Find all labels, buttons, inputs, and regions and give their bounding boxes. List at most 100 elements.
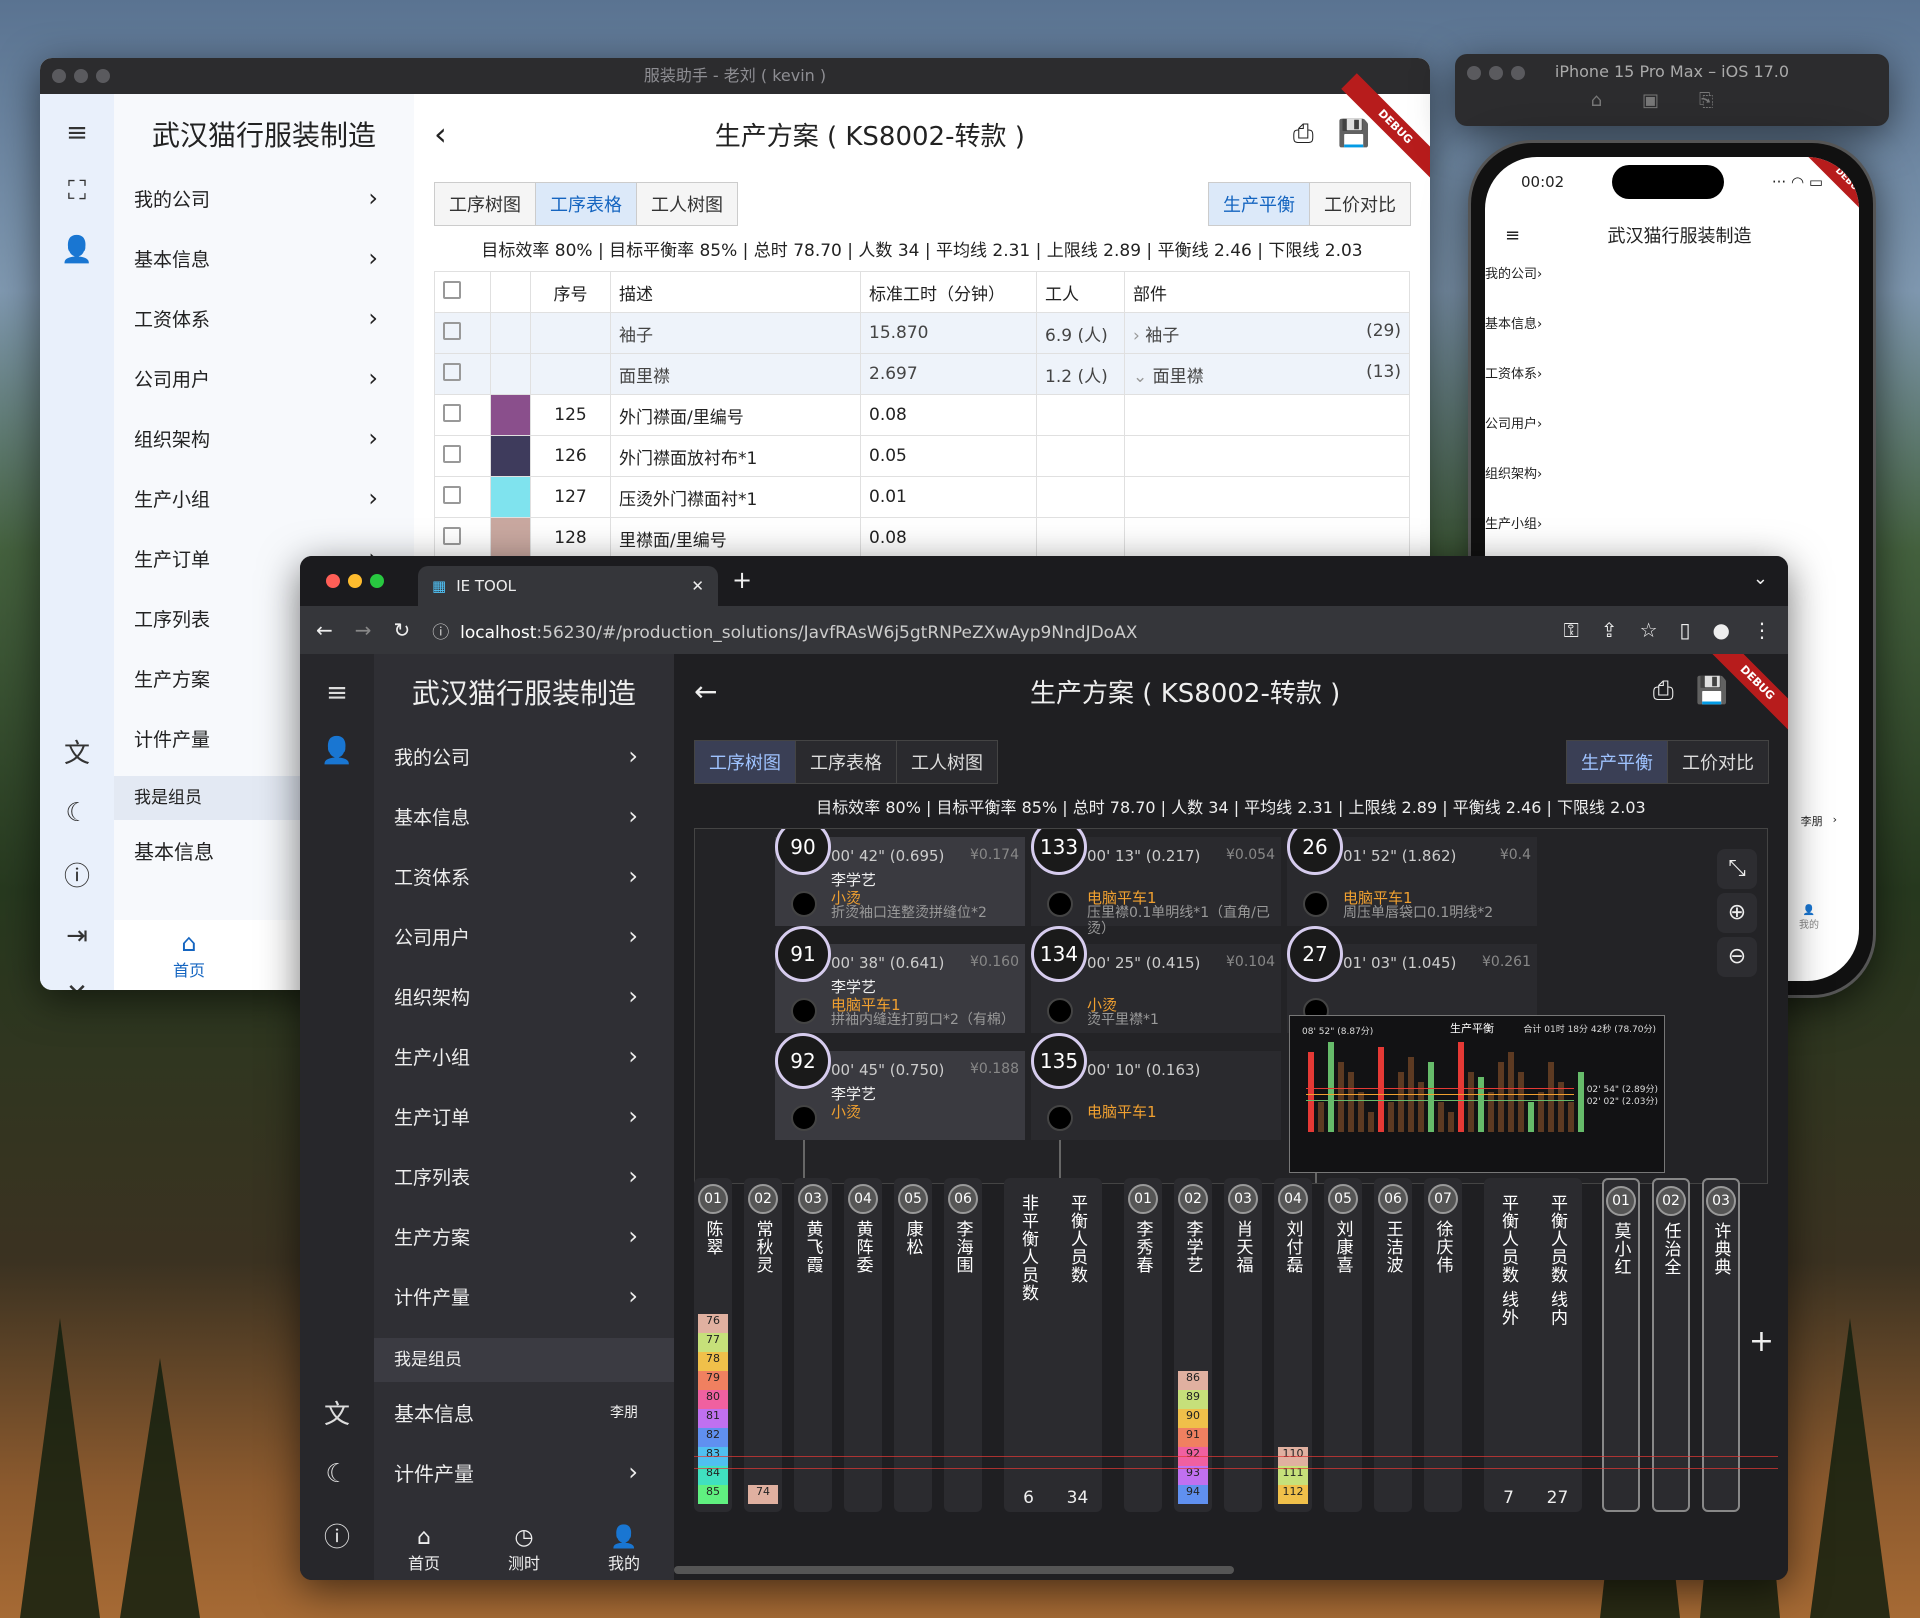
sidebar-item-4[interactable]: 组织架构› xyxy=(1485,463,1859,513)
sidebar-item-7[interactable]: 工序列表 › xyxy=(374,1146,674,1206)
col-header-part[interactable]: 部件 xyxy=(1124,271,1410,313)
balance-mini-chart[interactable]: 生产平衡 合计 01时 18分 42秒 (78.70分) 08' 52" (8.87… xyxy=(1289,1015,1665,1173)
process-node[interactable]: 134 xyxy=(1031,926,1087,982)
menu-collapse-icon[interactable]: ≡ xyxy=(326,678,348,708)
row-checkbox[interactable] xyxy=(443,321,461,340)
tab-0[interactable]: 工序树图 xyxy=(694,740,796,784)
worker-column[interactable]: 01 李秀春 xyxy=(1124,1178,1162,1512)
sidebar-item-2[interactable]: 工资体系› xyxy=(374,846,674,906)
save-icon[interactable]: 💾 xyxy=(1338,119,1370,149)
close-icon[interactable]: ✕ xyxy=(66,979,88,990)
menu-collapse-icon[interactable]: ≡ xyxy=(66,118,88,148)
worker-column[interactable]: 07 徐庆伟 xyxy=(1424,1178,1462,1512)
star-icon[interactable]: ☆ xyxy=(1640,618,1658,642)
sidebar-item-3[interactable]: 公司用户› xyxy=(1485,413,1859,463)
table-row[interactable]: 128 里襟面/里编号 0.08 xyxy=(434,517,1410,559)
chevron-down-icon[interactable]: ⌄ xyxy=(1133,367,1153,387)
key-icon[interactable]: ⚿ xyxy=(1564,618,1579,642)
sidebar-item-1[interactable]: 基本信息› xyxy=(374,786,674,846)
back-arrow-icon[interactable]: ‹ xyxy=(434,115,447,153)
worker-column[interactable]: 06 王洁波 xyxy=(1374,1178,1412,1512)
sidebar-item-member-info[interactable]: 基本信息 李朋 xyxy=(374,1382,674,1442)
worker-column[interactable]: 06 李海围 xyxy=(944,1178,982,1512)
worker-column[interactable]: 02 常秋灵 74 xyxy=(744,1178,782,1512)
col-header-desc[interactable]: 描述 xyxy=(610,271,861,313)
tab-0[interactable]: 生产平衡 xyxy=(1566,740,1668,784)
col-header-no[interactable]: 序号 xyxy=(530,271,611,313)
sidebar-item-1[interactable]: 基本信息› xyxy=(114,228,414,288)
tab-1[interactable]: 工序表格 xyxy=(535,182,637,226)
tab-1[interactable]: 工价对比 xyxy=(1667,740,1769,784)
table-row[interactable]: 126 外门襟面放衬布*1 0.05 xyxy=(434,435,1410,477)
sidebar-item-4[interactable]: 组织架构› xyxy=(374,966,674,1026)
worker-column[interactable]: 03 黄飞霞 xyxy=(794,1178,832,1512)
worker-column[interactable]: 05 康松 xyxy=(894,1178,932,1512)
user-icon[interactable]: 👤 xyxy=(321,736,353,766)
sidebar-item-1[interactable]: 基本信息› xyxy=(1485,313,1859,363)
chevron-right-icon[interactable]: › xyxy=(1133,326,1145,346)
share-icon[interactable]: ⇪ xyxy=(1601,618,1618,642)
tab-1[interactable]: 工序表格 xyxy=(795,740,897,784)
reload-icon[interactable]: ↻ xyxy=(394,618,411,642)
sidebar-item-3[interactable]: 公司用户› xyxy=(374,906,674,966)
sidebar-item-2[interactable]: 工资体系› xyxy=(114,288,414,348)
back-arrow-icon[interactable]: ← xyxy=(694,675,717,708)
user-icon[interactable]: 👤 xyxy=(61,235,93,265)
info-icon[interactable]: ⓘ xyxy=(64,856,90,893)
zoom-out-icon[interactable]: ⊖ xyxy=(1717,937,1757,977)
process-node[interactable]: 135 xyxy=(1031,1033,1087,1089)
save-icon[interactable]: 💾 xyxy=(1696,676,1728,706)
tab-0[interactable]: 生产平衡 xyxy=(1208,182,1310,226)
fullscreen-icon[interactable]: ⛶ xyxy=(68,176,86,207)
sidepanel-icon[interactable]: ▯ xyxy=(1680,618,1691,642)
worker-column[interactable]: 02 任治全 xyxy=(1652,1178,1690,1512)
row-checkbox[interactable] xyxy=(443,403,461,422)
worker-column[interactable]: 03 肖天福 xyxy=(1224,1178,1262,1512)
worker-column[interactable]: 05 刘康喜 xyxy=(1324,1178,1362,1512)
tab-1[interactable]: 工价对比 xyxy=(1309,182,1411,226)
row-checkbox[interactable] xyxy=(443,526,461,545)
sidebar-item-4[interactable]: 组织架构› xyxy=(114,408,414,468)
sidebar-item-3[interactable]: 公司用户› xyxy=(114,348,414,408)
fullscreen-exit-icon[interactable]: ⤡ xyxy=(1717,849,1757,889)
simulator-actions[interactable]: ⌂▣⎘ xyxy=(1455,90,1889,111)
tab-list-icon[interactable]: ⌄ xyxy=(1753,568,1768,589)
table-group-row[interactable]: 袖子 15.870 6.9 (人) › 袖子 (29) xyxy=(434,312,1410,354)
print-icon[interactable]: ⎙ xyxy=(1293,119,1314,150)
menu-icon[interactable]: ≡ xyxy=(1505,225,1520,246)
forward-icon[interactable]: → xyxy=(355,618,372,642)
row-checkbox[interactable] xyxy=(443,444,461,463)
process-node[interactable]: 92 xyxy=(775,1033,831,1089)
nav-home[interactable]: ⌂ 首页 xyxy=(408,1525,440,1574)
sidebar-item-5[interactable]: 生产小组 › xyxy=(374,1026,674,1086)
sidebar-item-member-output[interactable]: 计件产量 › xyxy=(374,1442,674,1502)
nav-me[interactable]: 👤 我的 xyxy=(608,1525,640,1574)
address-bar[interactable]: ⓘ localhost:56230/#/production_solutions… xyxy=(432,618,1541,643)
close-tab-icon[interactable]: ✕ xyxy=(691,577,704,595)
translate-icon[interactable]: 文 xyxy=(64,733,90,770)
table-row[interactable]: 125 外门襟面/里编号 0.08 xyxy=(434,394,1410,436)
sidebar-item-5[interactable]: 生产小组 › xyxy=(114,468,414,528)
sidebar-item-0[interactable]: 我的公司 › xyxy=(114,168,414,228)
worker-column[interactable]: 03 许典典 xyxy=(1702,1178,1740,1512)
window-controls[interactable] xyxy=(52,69,110,83)
sidebar-item-8[interactable]: 生产方案 › xyxy=(374,1206,674,1266)
sidebar-item-0[interactable]: 我的公司 › xyxy=(374,726,674,786)
sidebar-item-2[interactable]: 工资体系› xyxy=(1485,363,1859,413)
sidebar-item-6[interactable]: 生产订单 › xyxy=(374,1086,674,1146)
worker-column[interactable]: 01 莫小红 xyxy=(1602,1178,1640,1512)
browser-tab[interactable]: ▦ IE TOOL ✕ xyxy=(418,566,718,606)
table-row[interactable]: 127 压烫外门襟面衬*1 0.01 xyxy=(434,476,1410,518)
select-all-checkbox[interactable] xyxy=(443,280,461,299)
logout-icon[interactable]: ⇥ xyxy=(66,921,88,951)
col-header-worker[interactable]: 工人 xyxy=(1036,271,1125,313)
kebab-icon[interactable]: ⋮ xyxy=(1752,618,1772,642)
new-tab-icon[interactable]: + xyxy=(732,566,752,594)
worker-column[interactable]: 01 陈翠 76 77 78 79 80 81 82 83 84 85 xyxy=(694,1178,732,1512)
tab-2[interactable]: 工人树图 xyxy=(896,740,998,784)
row-checkbox[interactable] xyxy=(443,485,461,504)
process-node[interactable]: 27 xyxy=(1287,926,1343,982)
nav-home[interactable]: ⌂ 首页 xyxy=(173,929,205,981)
site-info-icon[interactable]: ⓘ xyxy=(432,623,449,643)
worker-column[interactable]: 02 李学艺 86 89 90 91 92 93 94 xyxy=(1174,1178,1212,1512)
